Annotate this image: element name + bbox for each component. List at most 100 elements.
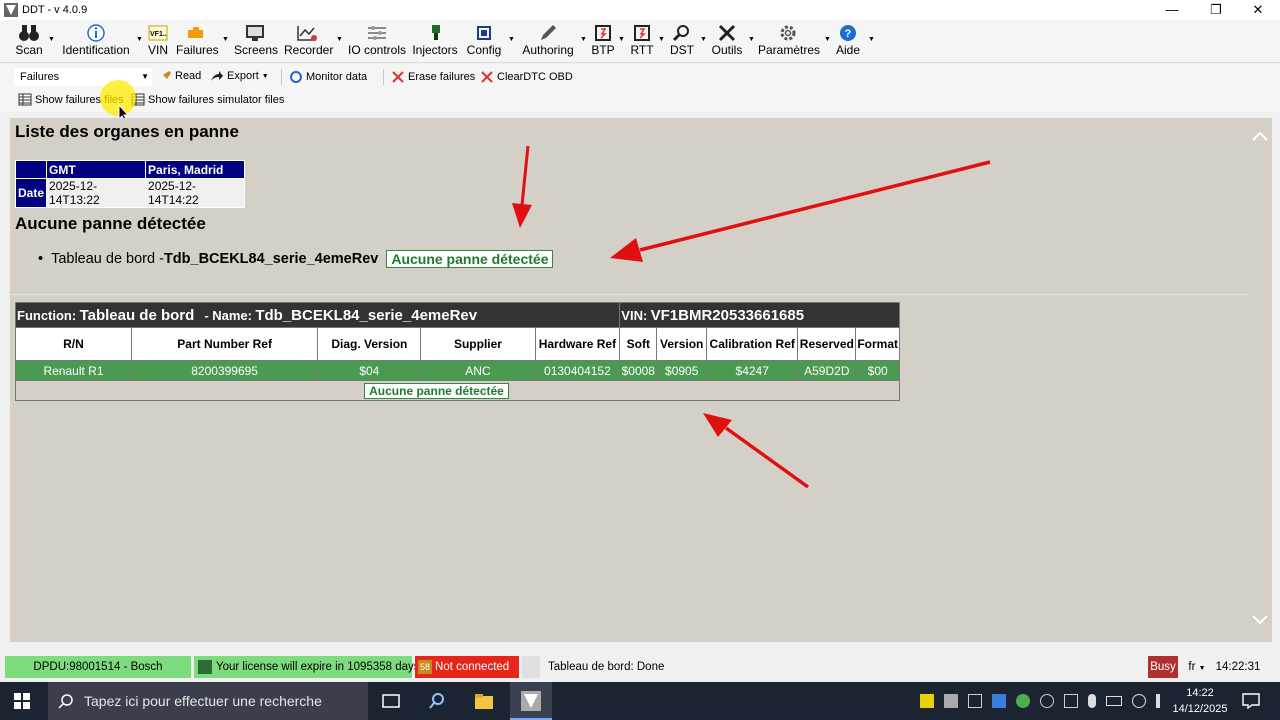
clear-dtc-button[interactable]: ClearDTC OBD <box>480 70 573 83</box>
vin-button[interactable]: VF1.. VIN <box>146 22 170 60</box>
magnifier-icon <box>672 25 689 42</box>
task-view-icon[interactable] <box>382 693 400 709</box>
maximize-button[interactable]: ❐ <box>1194 0 1238 20</box>
config-button[interactable]: Config <box>464 22 504 60</box>
notification-icon[interactable] <box>1242 693 1260 709</box>
rtt-dropdown-icon[interactable]: ▼ <box>658 36 665 43</box>
col-supplier: Supplier <box>420 327 536 361</box>
ddt-taskbar-app[interactable] <box>510 682 552 720</box>
function-header: Function: Tableau de bord - Name: Tdb_BC… <box>14 302 620 328</box>
export-dropdown-icon[interactable]: ▼ <box>262 73 269 80</box>
language-select[interactable]: fr ▼ <box>1184 656 1210 678</box>
windows-start-icon[interactable] <box>14 693 30 709</box>
tray-app-icon[interactable] <box>1040 694 1054 708</box>
taskbar-search[interactable]: Tapez ici pour effectuer une recherche <box>48 682 368 720</box>
tray-app-icon[interactable] <box>1064 694 1078 708</box>
sliders-icon <box>368 26 386 40</box>
dpdu-status: DPDU:98001514 - Bosch <box>5 656 191 678</box>
minimize-button[interactable]: — <box>1150 0 1194 20</box>
aide-button[interactable]: ? Aide <box>834 22 862 60</box>
screens-icon <box>246 25 264 41</box>
monitor-data-button[interactable]: Monitor data <box>289 70 367 83</box>
system-tray <box>920 694 1170 708</box>
failures-button[interactable]: Failures <box>176 22 219 60</box>
col-reserved: Reserved <box>797 327 857 361</box>
read-button[interactable]: Read <box>160 70 201 82</box>
erase-failures-button[interactable]: Erase failures <box>391 70 475 83</box>
report-view: Liste des organes en panne GMT Paris, Ma… <box>10 118 1247 642</box>
battery-icon[interactable] <box>1106 696 1122 706</box>
date-table-corner <box>14 160 48 179</box>
read-icon <box>161 71 171 81</box>
function-status-badge: Aucune panne détectée <box>364 382 509 399</box>
aide-dropdown-icon[interactable]: ▼ <box>868 36 875 43</box>
date-table: GMT Paris, Madrid Date 2025-12-14T13:22 … <box>14 160 246 208</box>
function-table: Function: Tableau de bord - Name: Tdb_BC… <box>14 302 900 401</box>
scan-button[interactable]: Scan <box>12 22 46 60</box>
svg-text:VF1..: VF1.. <box>150 31 167 38</box>
taskbar: Tapez ici pour effectuer une recherche 1… <box>0 682 1280 720</box>
svg-text:?: ? <box>845 28 852 40</box>
mode-select[interactable]: Failures ▼ <box>14 68 152 86</box>
scan-dropdown-icon[interactable]: ▼ <box>48 36 55 43</box>
authoring-button[interactable]: Authoring <box>520 22 576 60</box>
chevron-down-icon: ▼ <box>1198 665 1206 672</box>
parametres-dropdown-icon[interactable]: ▼ <box>824 36 831 43</box>
scroll-down-icon[interactable] <box>1251 614 1269 626</box>
show-simulator-files-button[interactable]: Show failures simulator files <box>131 93 284 106</box>
tray-app-icon[interactable] <box>992 694 1006 708</box>
binoculars-icon <box>19 25 39 41</box>
ddt-app-icon <box>521 691 541 711</box>
tray-app-icon[interactable] <box>968 694 982 708</box>
outils-button[interactable]: Outils <box>710 22 744 60</box>
license-icon <box>198 659 212 674</box>
io-controls-button[interactable]: IO controls <box>348 22 406 60</box>
dst-dropdown-icon[interactable]: ▼ <box>700 36 707 43</box>
config-dropdown-icon[interactable]: ▼ <box>508 36 515 43</box>
taskbar-clock[interactable]: 14:22 14/12/2025 <box>1168 685 1232 717</box>
microphone-icon[interactable] <box>1088 694 1096 708</box>
tray-app-icon[interactable] <box>920 694 934 708</box>
failures-dropdown-icon[interactable]: ▼ <box>222 36 229 43</box>
date-row-label: Date <box>14 178 48 208</box>
cell-version: $0905 <box>656 360 708 381</box>
injectors-button[interactable]: Injectors <box>412 22 458 60</box>
parametres-button[interactable]: Paramètres <box>758 22 820 60</box>
recorder-button[interactable]: Recorder <box>284 22 333 60</box>
scroll-up-icon[interactable] <box>1251 130 1269 142</box>
date-paris-value: 2025-12-14T14:22 <box>145 178 246 208</box>
magnifier-app-icon[interactable] <box>428 692 446 710</box>
dst-button[interactable]: DST <box>668 22 696 60</box>
tools-icon <box>718 24 736 42</box>
btp-button[interactable]: BTP <box>590 22 616 60</box>
vin-icon: VF1.. <box>148 25 168 41</box>
col-format: Format <box>855 327 900 361</box>
rtt-button[interactable]: RTT <box>628 22 656 60</box>
identification-dropdown-icon[interactable]: ▼ <box>136 36 143 43</box>
btp-chip-icon <box>595 25 611 41</box>
injector-icon <box>432 25 440 40</box>
chip-icon <box>477 26 491 40</box>
outils-dropdown-icon[interactable]: ▼ <box>748 36 755 43</box>
cell-diag-version: $04 <box>317 360 422 381</box>
cell-supplier: ANC <box>420 360 536 381</box>
identification-button[interactable]: Identification <box>60 22 132 60</box>
tray-app-icon[interactable] <box>1016 694 1030 708</box>
ecu-name: Tdb_BCEKL84_serie_4emeRev <box>163 251 379 267</box>
network-icon[interactable] <box>1132 694 1146 708</box>
btp-dropdown-icon[interactable]: ▼ <box>618 36 625 43</box>
col-rn: R/N <box>15 327 132 361</box>
cell-reserved: A59D2D <box>797 360 857 381</box>
no-failure-heading: Aucune panne détectée <box>15 214 206 233</box>
screens-button[interactable]: Screens <box>234 22 278 60</box>
vertical-scrollbar[interactable] <box>1247 118 1272 642</box>
close-button[interactable]: ✕ <box>1236 0 1280 20</box>
tray-app-icon[interactable] <box>944 694 958 708</box>
recorder-dropdown-icon[interactable]: ▼ <box>336 36 343 43</box>
file-explorer-icon[interactable] <box>474 692 494 710</box>
ecu-list-item: • Tableau de bord - Tdb_BCEKL84_serie_4e… <box>38 250 554 268</box>
refresh-icon <box>290 71 302 83</box>
bullet-icon: • <box>38 251 44 267</box>
authoring-dropdown-icon[interactable]: ▼ <box>580 36 587 43</box>
export-button[interactable]: Export ▼ <box>210 70 269 82</box>
